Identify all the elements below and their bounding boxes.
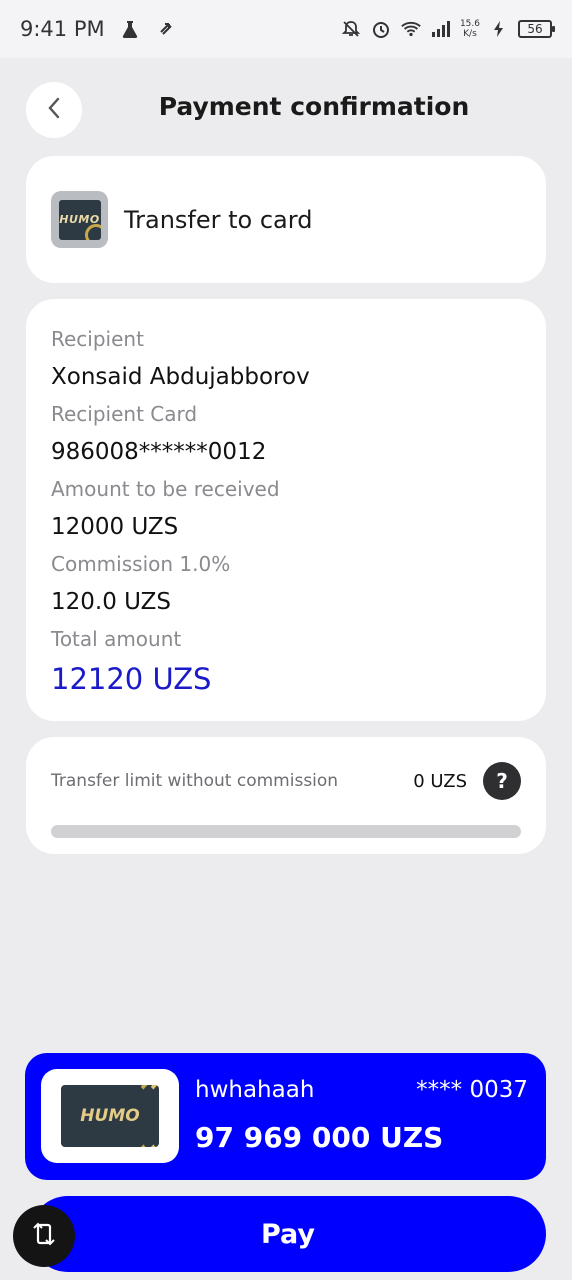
- commission-value: 120.0 UZS: [51, 589, 171, 615]
- card-balance: 97 969 000 UZS: [195, 1121, 444, 1154]
- recipient-card-label: Recipient Card: [51, 402, 198, 426]
- humo-card-icon: HUMO: [61, 1085, 159, 1147]
- sync-icon: [155, 18, 177, 40]
- limit-label: Transfer limit without commission: [51, 771, 339, 791]
- page-title: Payment confirmation: [158, 92, 470, 121]
- status-time: 9:41 PM: [20, 17, 105, 41]
- card-name: hwhahaah: [195, 1077, 315, 1103]
- notifications-off-icon: [340, 18, 362, 40]
- net-speed: 15.6 K/s: [460, 19, 480, 39]
- commission-label: Commission 1.0%: [51, 552, 231, 576]
- net-speed-value: 15.6: [459, 19, 480, 29]
- net-speed-unit: K/s: [463, 29, 477, 39]
- battery-indicator: 56: [518, 20, 555, 38]
- amount-value: 12000 UZS: [51, 514, 179, 540]
- transfer-limit-card: Transfer limit without commission 0 UZS …: [26, 737, 546, 854]
- humo-card-logo-text: HUMO: [80, 1106, 140, 1126]
- signal-icon: [430, 18, 452, 40]
- card-image: HUMO: [41, 1069, 179, 1163]
- total-label: Total amount: [51, 627, 182, 651]
- charging-icon: [488, 18, 510, 40]
- pay-button[interactable]: Pay: [30, 1196, 546, 1272]
- limit-value: 0 UZS: [413, 770, 467, 792]
- humo-logo-text: HUMO: [59, 213, 100, 226]
- source-card[interactable]: HUMO hwhahaah **** 0037 97 969 000 UZS: [25, 1053, 546, 1180]
- wifi-icon: [400, 18, 422, 40]
- total-value: 12120 UZS: [51, 662, 212, 696]
- payment-details: Recipient Xonsaid Abdujabborov Recipient…: [26, 299, 546, 721]
- card-number: **** 0037: [416, 1077, 528, 1103]
- recipient-label: Recipient: [51, 327, 144, 351]
- transfer-type-card: HUMO Transfer to card: [26, 156, 546, 283]
- chevron-left-icon: [47, 97, 61, 123]
- transfer-title: Transfer to card: [124, 205, 313, 234]
- humo-logo-icon: HUMO: [51, 191, 108, 248]
- recipient-card-value: 986008******0012: [51, 439, 267, 465]
- alarm-icon: [370, 18, 392, 40]
- limit-progress-bar: [51, 825, 521, 838]
- recipient-value: Xonsaid Abdujabborov: [51, 364, 310, 390]
- back-button[interactable]: [26, 82, 82, 138]
- amount-label: Amount to be received: [51, 477, 280, 501]
- rotate-screen-button[interactable]: [13, 1205, 75, 1267]
- flask-icon: [119, 18, 141, 40]
- help-icon[interactable]: ?: [483, 762, 521, 800]
- rotate-icon: [31, 1219, 57, 1253]
- status-bar: 9:41 PM 15.6 K/s 56: [0, 0, 572, 58]
